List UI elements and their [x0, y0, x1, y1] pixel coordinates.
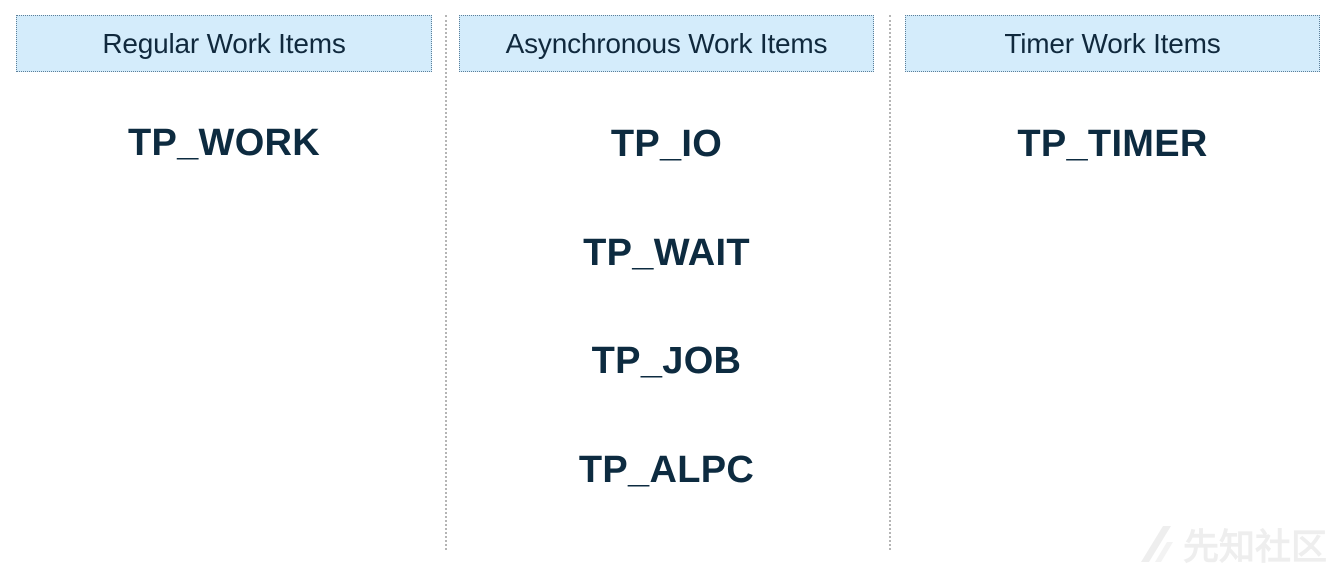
- slash-logo-icon: [1137, 524, 1175, 564]
- item-tp-alpc: TP_ALPC: [578, 449, 755, 491]
- item-tp-io: TP_IO: [610, 123, 723, 165]
- item-tp-job: TP_JOB: [591, 340, 742, 382]
- item-tp-timer: TP_TIMER: [1017, 123, 1208, 165]
- column-asynchronous-work-items: Asynchronous Work Items TP_IO TP_WAIT TP…: [459, 0, 874, 578]
- column-regular-work-items: Regular Work Items TP_WORK: [16, 0, 432, 578]
- column-timer-work-items: Timer Work Items TP_TIMER: [905, 0, 1320, 578]
- watermark-text: 先知社区: [1182, 527, 1327, 568]
- watermark: 先知社区: [1137, 518, 1327, 570]
- column-divider: [889, 15, 891, 550]
- column-divider: [445, 15, 447, 550]
- item-tp-work: TP_WORK: [127, 122, 321, 164]
- column-header-timer: Timer Work Items: [905, 15, 1320, 72]
- column-header-asynchronous: Asynchronous Work Items: [459, 15, 874, 72]
- column-header-regular: Regular Work Items: [16, 15, 432, 72]
- item-tp-wait: TP_WAIT: [583, 232, 750, 274]
